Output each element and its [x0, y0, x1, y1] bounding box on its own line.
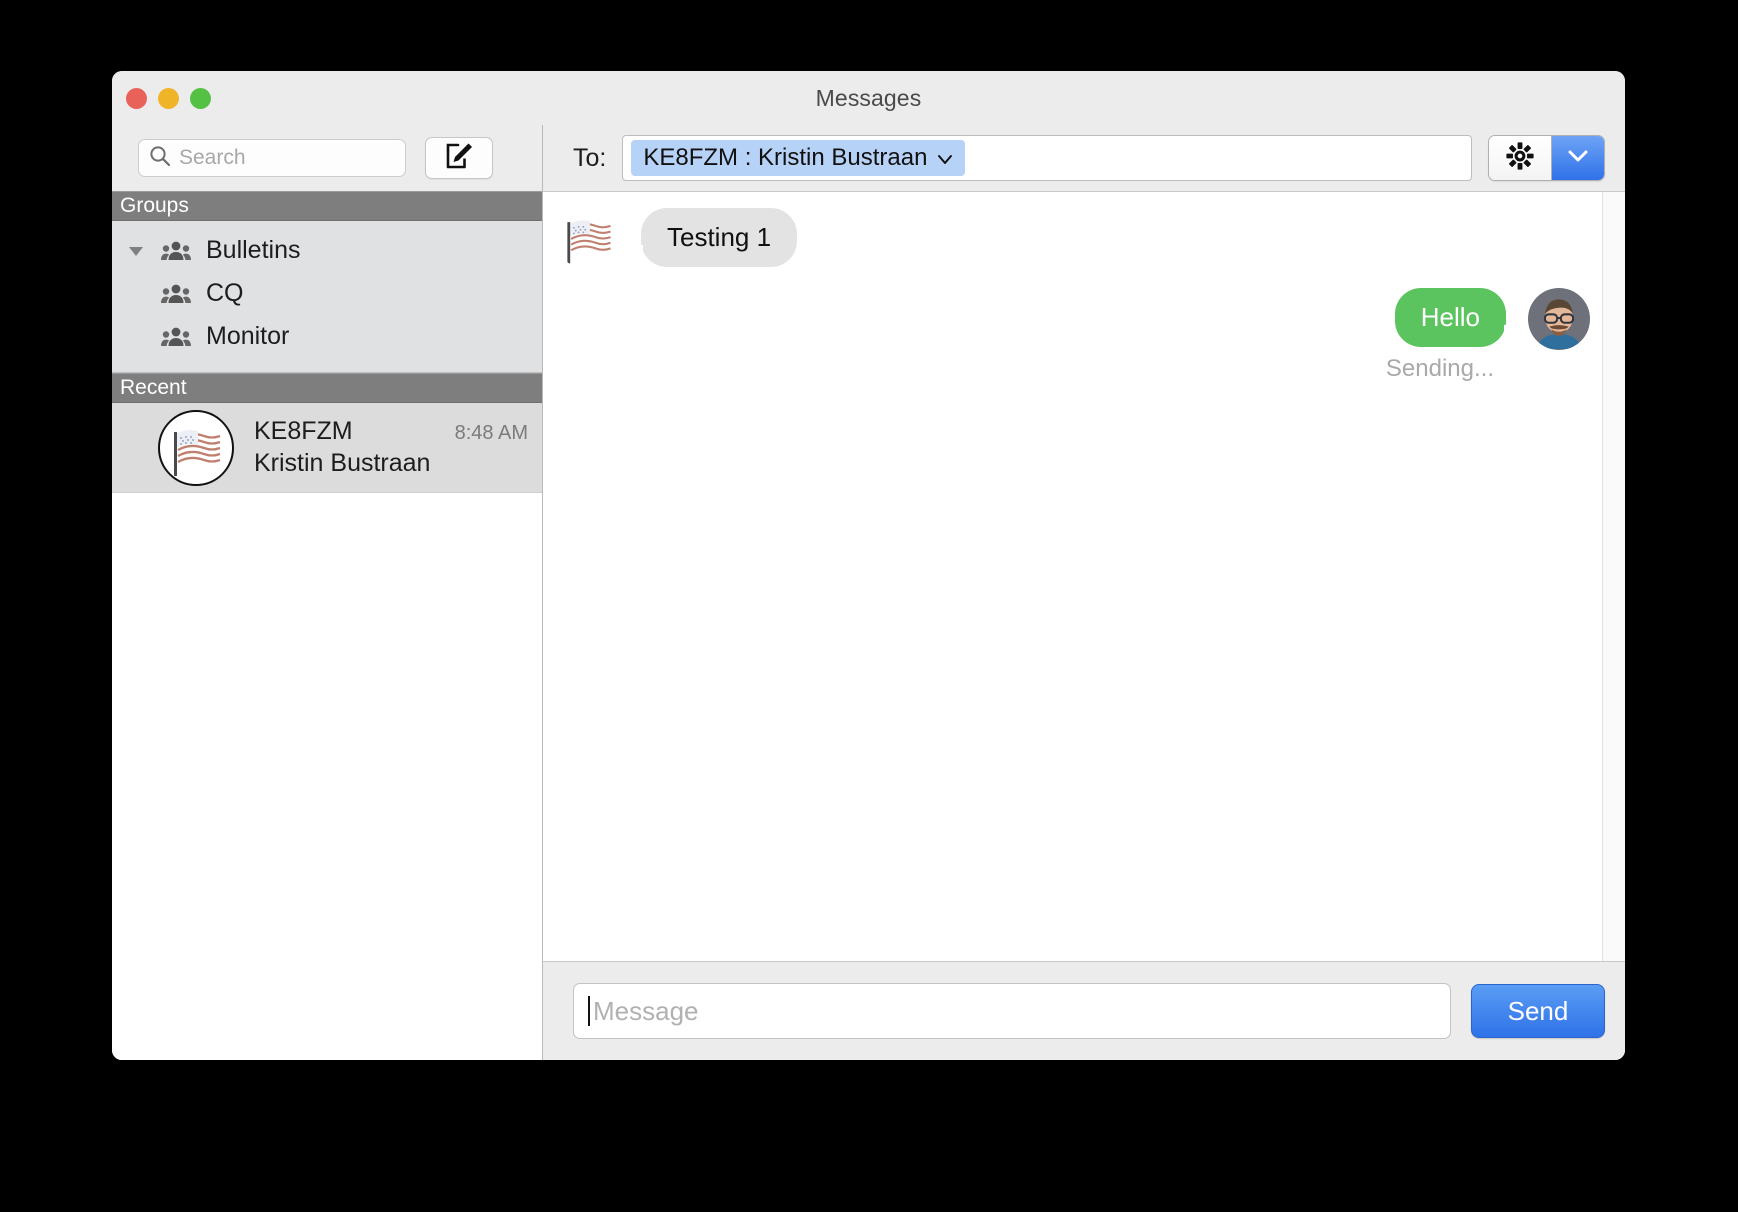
message-row-incoming: Testing 1: [557, 208, 1590, 270]
list-item-timestamp: 8:48 AM: [454, 422, 528, 444]
groups-section-header: Groups: [112, 191, 542, 221]
to-field[interactable]: KE8FZM : Kristin Bustraan: [622, 135, 1472, 181]
message-row-outgoing: Hello Sending...: [557, 288, 1590, 383]
list-item-callsign: KE8FZM: [254, 417, 353, 445]
window-controls: [126, 71, 211, 125]
list-item-name: Kristin Bustraan: [254, 449, 431, 477]
compose-bar: Send: [543, 962, 1625, 1060]
message-bubble-wrap: Testing 1: [619, 208, 798, 267]
settings-dropdown-button[interactable]: [1552, 136, 1604, 180]
people-group-icon: [154, 326, 198, 348]
sidebar-item-monitor[interactable]: Monitor: [112, 315, 542, 358]
to-bar: To: KE8FZM : Kristin Bustraan: [543, 125, 1625, 191]
people-group-icon: [154, 240, 198, 262]
settings-button-group: [1488, 135, 1605, 181]
recipient-token[interactable]: KE8FZM : Kristin Bustraan: [631, 140, 966, 176]
compose-pencil-icon: [444, 141, 474, 176]
search-input[interactable]: [179, 146, 395, 170]
window-titlebar: Messages: [112, 71, 1625, 125]
messages-area: Testing 1 Hello Sending...: [543, 191, 1625, 962]
gear-icon-button[interactable]: [1489, 136, 1552, 180]
us-flag-avatar: [557, 208, 619, 270]
messages-scroll: Testing 1 Hello Sending...: [543, 192, 1602, 961]
search-field[interactable]: [138, 139, 406, 177]
sidebar-toolbar: [112, 125, 542, 191]
sidebar-item-cq[interactable]: CQ: [112, 272, 542, 315]
message-input-wrap[interactable]: [573, 983, 1451, 1039]
recipient-token-label: KE8FZM : Kristin Bustraan: [643, 144, 928, 171]
chevron-down-icon: [1567, 149, 1589, 168]
recent-list: KE8FZM 8:48 AM Kristin Bustraan: [112, 403, 542, 1060]
sidebar: Groups: [112, 125, 543, 1060]
chevron-down-icon[interactable]: [937, 144, 953, 172]
to-label: To:: [573, 143, 607, 172]
user-photo-avatar: [1528, 288, 1590, 350]
us-flag-avatar: [158, 409, 234, 486]
maximize-window-button[interactable]: [190, 87, 211, 109]
list-item-text: KE8FZM 8:48 AM Kristin Bustraan: [254, 417, 528, 478]
compose-message-button[interactable]: [425, 137, 493, 179]
window-title: Messages: [815, 84, 922, 111]
close-window-button[interactable]: [126, 87, 147, 109]
window-body: Groups: [112, 125, 1625, 1060]
message-text: Testing 1: [667, 222, 772, 252]
send-button-label: Send: [1507, 995, 1569, 1026]
sidebar-item-bulletins[interactable]: Bulletins: [112, 229, 542, 272]
message-bubble[interactable]: Hello: [1394, 288, 1523, 347]
send-button[interactable]: Send: [1471, 984, 1605, 1038]
messages-scrollbar[interactable]: [1602, 192, 1625, 961]
message-input[interactable]: [590, 995, 1436, 1027]
gear-icon: [1505, 141, 1535, 176]
list-item[interactable]: KE8FZM 8:48 AM Kristin Bustraan: [112, 403, 542, 493]
list-item-top-line: KE8FZM 8:48 AM: [254, 417, 528, 446]
minimize-window-button[interactable]: [158, 87, 179, 109]
people-group-icon: [154, 283, 198, 305]
message-status: Sending...: [1385, 354, 1494, 382]
message-text: Hello: [1420, 302, 1480, 332]
conversation-pane: To: KE8FZM : Kristin Bustraan Testing 1 …: [543, 125, 1625, 1060]
sidebar-item-label: Monitor: [206, 322, 290, 350]
search-icon: [149, 145, 171, 172]
sidebar-item-label: Bulletins: [206, 236, 301, 264]
recent-section-header: Recent: [112, 373, 542, 403]
message-bubble-wrap: Hello Sending...: [1386, 288, 1528, 383]
messages-window: Messages Search Groups Bulletins CQ Moni…: [112, 71, 1625, 1060]
disclosure-triangle-icon[interactable]: [118, 241, 154, 261]
groups-list: Bulletins CQ Monitor: [112, 221, 542, 373]
sidebar-item-label: CQ: [206, 279, 244, 307]
message-bubble[interactable]: Testing 1: [624, 208, 798, 267]
